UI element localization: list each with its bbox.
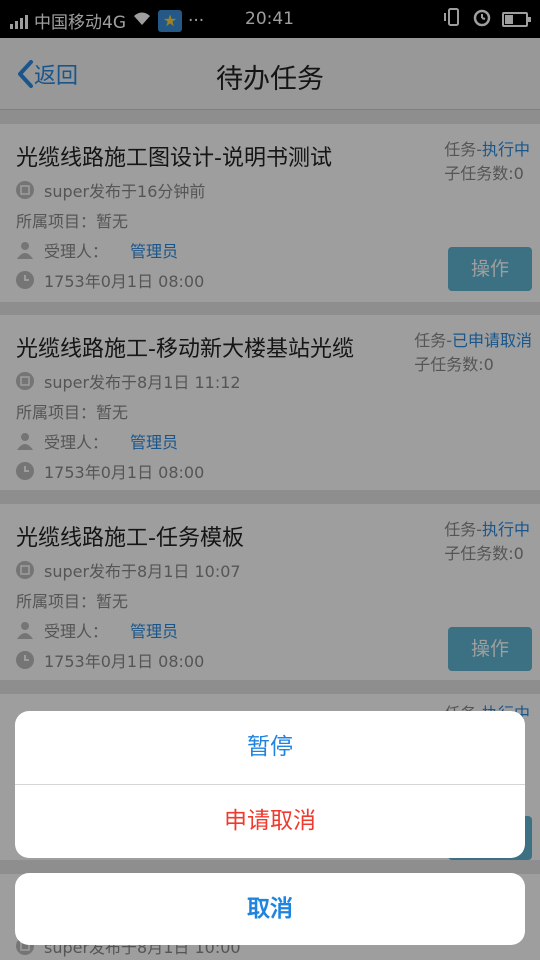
cancel-button[interactable]: 取消 [15,873,525,945]
request-cancel-option[interactable]: 申请取消 [15,785,525,858]
pause-option[interactable]: 暂停 [15,711,525,784]
action-sheet: 暂停 申请取消 [15,711,525,858]
